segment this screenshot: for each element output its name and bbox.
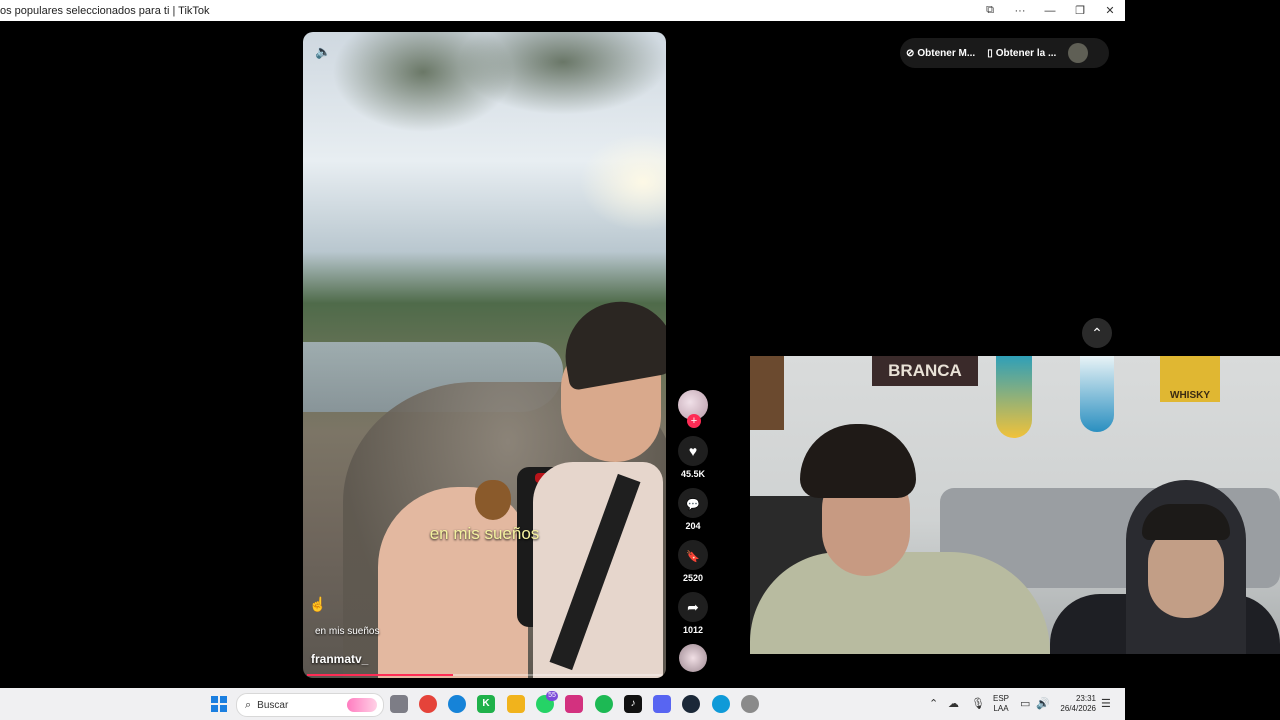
skateboard-blue [1080,356,1114,432]
streamer-hair [800,424,916,498]
share-icon: ➦ [687,599,699,615]
share-button[interactable]: ➦ [678,592,708,622]
chevron-up-icon: ⌃ [1091,325,1103,341]
language-code: ESP [993,694,1010,703]
network-icon[interactable]: ▭ [1020,697,1030,710]
clock-time: 23:31 [1075,694,1096,703]
chrome-icon[interactable] [419,695,437,713]
extension-icon[interactable]: ⧉ [975,4,1005,17]
video-scene-trees [303,32,666,182]
mate-cup [475,480,511,520]
notifications-icon[interactable]: ☰ [1101,697,1111,710]
whatsapp-badge: 55 [546,691,558,701]
steam-icon[interactable] [682,695,700,713]
video-subtitle: en mis sueños [429,524,540,543]
like-count: 45.5K [680,469,706,479]
video-progress-bar[interactable] [307,674,662,676]
music-disc-icon[interactable] [679,644,707,672]
heart-icon: ♥ [688,443,698,459]
search-icon: ⌕ [245,698,252,711]
taskbar-search[interactable]: ⌕ Buscar [236,693,384,717]
comment-icon: 💬 [686,499,700,511]
wall-sign: BRANCA [872,356,978,386]
window-controls: ⧉ ··· — ❐ ✕ [975,0,1125,21]
stream-overlay-strip [1125,0,1280,21]
tray-expand-icon[interactable]: ⌃ [929,697,938,710]
file-explorer-icon[interactable] [507,695,525,713]
video-player[interactable]: 🔈 en mis sueños en mis sueños franmatv_ [303,32,666,678]
volume-tray-icon[interactable]: 🔊 [1036,697,1050,710]
guest-hair [1142,504,1230,540]
restore-button[interactable]: ❐ [1065,4,1095,17]
share-count: 1012 [682,625,704,635]
clock[interactable]: 23:31 26/4/2026 [1058,694,1096,714]
spotify-icon[interactable] [595,695,613,713]
profile-avatar[interactable] [1068,43,1089,63]
bookmark-icon: 🔖 [686,551,700,563]
more-options-icon[interactable]: ··· [1005,5,1035,17]
discord-icon[interactable] [653,695,671,713]
instagram-icon[interactable] [565,695,583,713]
microphone-icon[interactable]: 🎙 [971,697,985,710]
volume-icon[interactable]: 🔈 [315,44,331,60]
comment-count: 204 [685,521,701,531]
video-person [533,262,666,678]
video-scene-legs [378,487,528,678]
clock-date: 26/4/2026 [1060,704,1096,713]
edge-icon[interactable] [448,695,466,713]
window-title: os populares seleccionados para ti | Tik… [0,4,210,17]
task-view-icon[interactable] [390,695,408,713]
wall-frame [750,356,784,430]
windows-start-icon[interactable] [211,696,227,712]
whisky-poster: WHISKY [1160,356,1220,402]
get-app-label: Obtener la ... [995,47,1057,59]
edge-browser-icon[interactable] [712,695,730,713]
keyboard-layout: LAA [993,704,1009,713]
taskbar-overlay-strip [1125,688,1280,720]
person-beanie [556,293,666,391]
video-progress-fill [307,674,453,676]
save-button[interactable]: 🔖 [678,540,708,570]
video-caption[interactable]: en mis sueños [315,626,379,637]
get-coins-label: Obtener M... [917,47,976,59]
skateboard-yellow [996,356,1032,438]
video-author[interactable]: franmatv_ [311,652,368,666]
coin-icon: ⊘ [906,47,915,59]
close-button[interactable]: ✕ [1095,4,1125,17]
get-app-button[interactable]: ▯ Obtener la ... [981,48,1062,59]
get-coins-button[interactable]: ⊘ Obtener M... [900,48,981,59]
comment-button[interactable]: 💬 [678,488,708,518]
webcam-overlay: BRANCA WHISKY [750,356,1280,654]
language-indicator[interactable]: ESP LAA [993,694,1009,714]
kick-icon[interactable]: K [477,695,495,713]
title-bar: os populares seleccionados para ti | Tik… [0,0,1125,21]
save-count: 2520 [682,573,704,583]
settings-icon[interactable] [741,695,759,713]
search-highlight-icon [347,698,377,712]
action-bar: + ♥ 45.5K 💬 204 🔖 2520 ➦ 1012 [676,388,710,672]
creator-avatar[interactable]: + [678,390,708,428]
search-placeholder: Buscar [257,699,289,711]
tiktok-icon[interactable]: ♪ [624,695,642,713]
minimize-button[interactable]: — [1035,5,1065,17]
like-button[interactable]: ♥ [678,436,708,466]
scroll-up-button[interactable]: ⌃ [1082,318,1112,348]
follow-button[interactable]: + [687,414,701,428]
device-icon: ▯ [987,47,993,59]
onedrive-icon[interactable]: ☁ [948,697,959,710]
header-actions: ⊘ Obtener M... ▯ Obtener la ... [900,38,1109,68]
mouse-cursor-icon: ☝ [309,596,327,612]
